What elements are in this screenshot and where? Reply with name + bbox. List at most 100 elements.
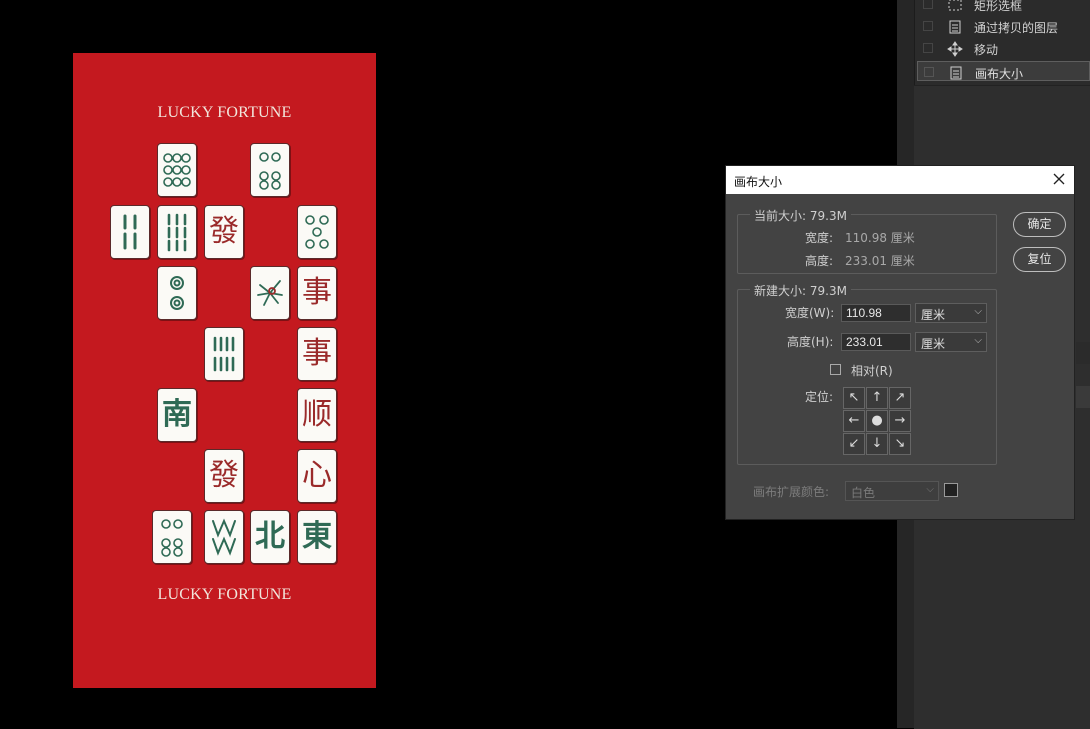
- history-item-label: 移动: [974, 43, 999, 57]
- bamboo-icon: [213, 336, 235, 372]
- panel-edge-fragment: [1076, 386, 1090, 408]
- history-item-label: 画布大小: [975, 67, 1024, 81]
- extension-color-swatch[interactable]: [944, 483, 958, 497]
- tile-xin-glyph: 心: [302, 458, 332, 493]
- current-height-label: 高度:: [805, 254, 834, 268]
- anchor-top[interactable]: ↑: [866, 387, 888, 409]
- lucky-fortune-top-text: LUCKY FORTUNE: [157, 104, 292, 121]
- canvas-artwork[interactable]: LUCKY FORTUNE 發 事 事 南 顺 發 心 北 東 LUCKY FO…: [73, 53, 376, 688]
- tile-nan: 南: [157, 388, 197, 442]
- circles-icon: [259, 152, 281, 190]
- canvas-extension-color-label: 画布扩展颜色:: [753, 485, 830, 499]
- current-size-label: 当前大小: 79.3M: [750, 207, 851, 224]
- dialog-titlebar[interactable]: 画布大小: [726, 166, 1074, 194]
- move-icon: [947, 41, 963, 57]
- tile-nine-circles: [157, 143, 197, 197]
- anchor-grid: ↖ ↑ ↗ ← ● → ↙ ↓ ↘: [843, 387, 913, 457]
- tile-bamboo-zigzag: [204, 510, 244, 564]
- circles-icon: [170, 276, 184, 310]
- tile-nan-glyph: 南: [162, 397, 192, 432]
- tile-shun-glyph: 顺: [302, 397, 332, 432]
- anchor-bottom[interactable]: ↓: [866, 433, 888, 455]
- history-item-canvas-size[interactable]: 画布大小: [917, 61, 1090, 81]
- ok-button[interactable]: 确定: [1013, 212, 1066, 237]
- tile-dong: 東: [297, 510, 337, 564]
- tile-dong-glyph: 東: [302, 519, 332, 554]
- anchor-bottom-right[interactable]: ↘: [889, 433, 911, 455]
- marquee-icon: [948, 0, 962, 11]
- current-size-group: 当前大小: 79.3M 宽度: 110.98 厘米 高度: 233.01 厘米: [737, 207, 997, 274]
- canvas-extension-color-select[interactable]: 白色 ⌵: [845, 481, 939, 501]
- tile-shi: 事: [297, 266, 337, 320]
- current-width-label: 宽度:: [805, 231, 834, 245]
- chevron-down-icon: ⌵: [926, 484, 934, 495]
- history-checkbox[interactable]: [924, 67, 934, 77]
- history-item-move[interactable]: 移动: [917, 38, 1090, 60]
- anchor-top-left[interactable]: ↖: [843, 387, 865, 409]
- tile-bei-glyph: 北: [255, 519, 285, 554]
- current-height-value: 233.01 厘米: [845, 254, 915, 268]
- document-icon: [950, 66, 962, 80]
- bird-icon: [257, 280, 283, 306]
- anchor-left[interactable]: ←: [843, 410, 865, 432]
- canvas-extension-color-value: 白色: [851, 486, 876, 500]
- tile-shi-2: 事: [297, 327, 337, 381]
- document-icon: [949, 20, 961, 34]
- tile-bamboo-eight: [204, 327, 244, 381]
- tile-bei: 北: [250, 510, 290, 564]
- tile-four-circles: [250, 143, 290, 197]
- tile-xin: 心: [297, 449, 337, 503]
- canvas-size-dialog: 画布大小 当前大小: 79.3M 宽度: 110.98 厘米 高度: 233.0…: [725, 165, 1075, 520]
- tile-four-circles-2: [152, 510, 192, 564]
- history-checkbox[interactable]: [923, 21, 933, 31]
- history-checkbox[interactable]: [923, 43, 933, 53]
- current-width-value: 110.98 厘米: [845, 231, 915, 245]
- tile-shi-glyph: 事: [302, 275, 332, 310]
- tile-fa-glyph: 發: [209, 214, 239, 249]
- history-item-marquee[interactable]: 矩形选框: [917, 0, 1090, 16]
- height-unit-select[interactable]: 厘米 ⌵: [915, 332, 987, 352]
- width-unit-value: 厘米: [921, 308, 946, 322]
- tile-fa: 發: [204, 205, 244, 259]
- chevron-down-icon: ⌵: [974, 306, 982, 317]
- circles-icon: [305, 215, 329, 249]
- tile-fa-2: 發: [204, 449, 244, 503]
- anchor-right[interactable]: →: [889, 410, 911, 432]
- circles-icon: [161, 519, 183, 557]
- circles-icon: [163, 153, 191, 187]
- close-icon[interactable]: [1052, 172, 1066, 186]
- tile-fa-glyph: 發: [209, 458, 239, 493]
- lucky-fortune-bottom-text: LUCKY FORTUNE: [157, 586, 292, 603]
- new-height-label: 高度(H):: [787, 335, 834, 349]
- history-item-label: 通过拷贝的图层: [974, 21, 1059, 35]
- anchor-bottom-left[interactable]: ↙: [843, 433, 865, 455]
- history-item-layer-via-copy[interactable]: 通过拷贝的图层: [917, 16, 1090, 38]
- width-input[interactable]: [841, 304, 911, 322]
- bamboo-icon: [123, 214, 137, 250]
- history-checkbox[interactable]: [923, 0, 933, 9]
- relative-label[interactable]: 相对(R): [851, 362, 893, 379]
- reset-button[interactable]: 复位: [1013, 247, 1066, 272]
- chevron-down-icon: ⌵: [974, 335, 982, 346]
- new-size-label: 新建大小: 79.3M: [750, 282, 851, 299]
- width-unit-select[interactable]: 厘米 ⌵: [915, 303, 987, 323]
- anchor-label: 定位:: [805, 390, 834, 404]
- tile-bird: [250, 266, 290, 320]
- tile-bamboo-six: [110, 205, 150, 259]
- height-input[interactable]: [841, 333, 911, 351]
- tile-bamboo-nine: [157, 205, 197, 259]
- dialog-title: 画布大小: [734, 175, 783, 189]
- tile-two-circles: [157, 266, 197, 320]
- relative-checkbox[interactable]: [830, 364, 841, 375]
- bamboo-icon: [167, 213, 187, 252]
- height-unit-value: 厘米: [921, 337, 946, 351]
- history-item-label: 矩形选框: [974, 0, 1023, 13]
- panel-edge-fragment: [1076, 342, 1090, 364]
- anchor-center[interactable]: ●: [866, 410, 888, 432]
- new-width-label: 宽度(W):: [785, 306, 835, 320]
- tile-shun: 顺: [297, 388, 337, 442]
- tile-shi-glyph: 事: [302, 336, 332, 371]
- tile-five-circles: [297, 205, 337, 259]
- anchor-top-right[interactable]: ↗: [889, 387, 911, 409]
- bamboo-icon: [212, 518, 236, 556]
